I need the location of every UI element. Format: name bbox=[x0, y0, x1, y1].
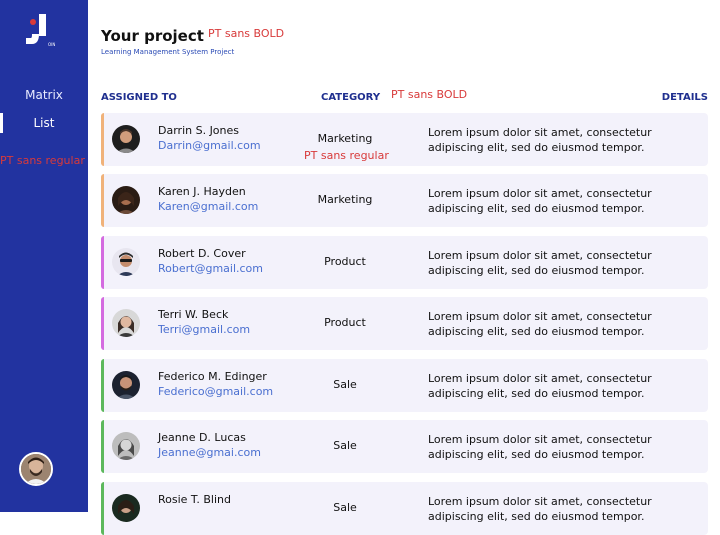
table-row[interactable]: Terri W. Beck Terri@gmail.com Product Lo… bbox=[101, 297, 708, 350]
avatar bbox=[112, 309, 140, 337]
assignee-name: Darrin S. Jones bbox=[158, 124, 240, 137]
avatar bbox=[112, 186, 140, 214]
category-label: Sale bbox=[333, 378, 357, 391]
column-header-assigned[interactable]: ASSIGNED TO bbox=[101, 92, 177, 103]
category-label: Product bbox=[324, 255, 366, 268]
table-row[interactable]: Karen J. Hayden Karen@gmail.com Marketin… bbox=[101, 174, 708, 227]
category-accent bbox=[101, 420, 104, 473]
table-row[interactable]: Jeanne D. Lucas Jeanne@gmai.com Sale Lor… bbox=[101, 420, 708, 473]
svg-text:OIN: OIN bbox=[48, 42, 55, 47]
font-annotation: PT sans BOLD bbox=[208, 27, 285, 40]
font-annotation: PT sans BOLD bbox=[391, 88, 468, 101]
category-accent bbox=[101, 113, 104, 166]
avatar bbox=[112, 125, 140, 153]
category-accent bbox=[101, 174, 104, 227]
column-header-details[interactable]: DETAILS bbox=[662, 92, 708, 103]
column-header-category[interactable]: CATEGORY bbox=[321, 92, 380, 103]
assignee-name: Federico M. Edinger bbox=[158, 370, 267, 383]
sidebar-item-matrix[interactable]: Matrix bbox=[0, 88, 88, 102]
table-row[interactable]: Federico M. Edinger Federico@gmail.com S… bbox=[101, 359, 708, 412]
page-title: Your project bbox=[101, 27, 204, 45]
assignee-name: Rosie T. Blind bbox=[158, 493, 231, 506]
category-accent bbox=[101, 236, 104, 289]
category-label: Sale bbox=[333, 439, 357, 452]
avatar bbox=[112, 248, 140, 276]
assignee-email[interactable]: Jeanne@gmai.com bbox=[158, 446, 261, 459]
assignee-name: Terri W. Beck bbox=[158, 308, 229, 321]
details-text: Lorem ipsum dolor sit amet, consectetur … bbox=[428, 495, 652, 523]
assignee-name: Karen J. Hayden bbox=[158, 185, 246, 198]
table-row[interactable]: Darrin S. Jones Darrin@gmail.com Marketi… bbox=[101, 113, 708, 166]
avatar bbox=[112, 432, 140, 460]
table-row[interactable]: Rosie T. Blind Sale Lorem ipsum dolor si… bbox=[101, 482, 708, 535]
details-text: Lorem ipsum dolor sit amet, consectetur … bbox=[428, 433, 652, 461]
details-text: Lorem ipsum dolor sit amet, consectetur … bbox=[428, 187, 652, 215]
join-logo[interactable]: OIN bbox=[24, 12, 58, 50]
font-annotation: PT sans regular bbox=[0, 154, 85, 167]
page-subtitle: Learning Management System Project bbox=[101, 48, 235, 56]
details-text: Lorem ipsum dolor sit amet, consectetur … bbox=[428, 310, 652, 338]
assignee-email[interactable]: Federico@gmail.com bbox=[158, 385, 273, 398]
assignee-name: Robert D. Cover bbox=[158, 247, 246, 260]
category-label: Marketing bbox=[317, 132, 373, 145]
assignee-email[interactable]: Terri@gmail.com bbox=[158, 323, 250, 336]
sidebar: OIN Matrix List PT sans regular bbox=[0, 0, 88, 512]
assignee-email[interactable]: Karen@gmail.com bbox=[158, 200, 258, 213]
category-accent bbox=[101, 359, 104, 412]
table-row[interactable]: Robert D. Cover Robert@gmail.com Product… bbox=[101, 236, 708, 289]
main-content: Your project PT sans BOLD Learning Manag… bbox=[88, 0, 720, 535]
assignee-email[interactable]: Darrin@gmail.com bbox=[158, 139, 261, 152]
details-text: Lorem ipsum dolor sit amet, consectetur … bbox=[428, 249, 652, 277]
sidebar-item-list[interactable]: List bbox=[0, 116, 88, 130]
category-accent bbox=[101, 297, 104, 350]
category-label: Marketing bbox=[317, 193, 373, 206]
category-label: Sale bbox=[333, 501, 357, 514]
details-text: Lorem ipsum dolor sit amet, consectetur … bbox=[428, 126, 652, 154]
assignee-name: Jeanne D. Lucas bbox=[158, 431, 246, 444]
category-accent bbox=[101, 482, 104, 535]
avatar bbox=[112, 371, 140, 399]
font-annotation: PT sans regular bbox=[304, 149, 389, 162]
assignee-email[interactable]: Robert@gmail.com bbox=[158, 262, 263, 275]
avatar bbox=[112, 494, 140, 522]
details-text: Lorem ipsum dolor sit amet, consectetur … bbox=[428, 372, 652, 400]
category-label: Product bbox=[324, 316, 366, 329]
user-avatar[interactable] bbox=[19, 452, 53, 486]
